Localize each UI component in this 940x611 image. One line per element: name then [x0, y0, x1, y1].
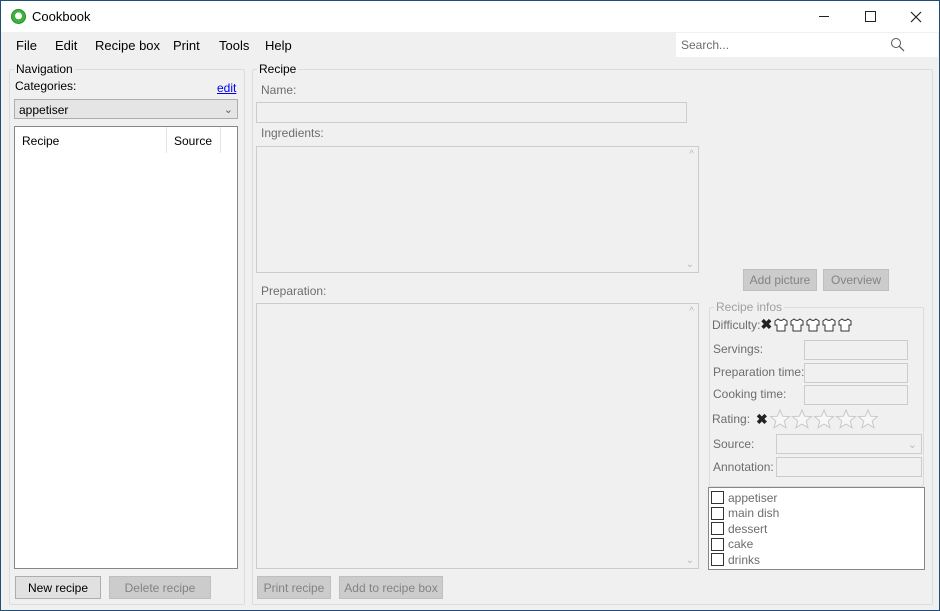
difficulty-chef-icon[interactable]: [805, 317, 821, 333]
ingredients-field[interactable]: ^ ⌄: [256, 146, 699, 273]
difficulty-chef-icon[interactable]: [821, 317, 837, 333]
title-bar: Cookbook: [1, 1, 939, 32]
category-checkbox-label: main dish: [728, 506, 780, 520]
app-logo-icon: [11, 9, 26, 24]
menu-recipe-box[interactable]: Recipe box: [95, 38, 160, 53]
column-header-source[interactable]: Source: [167, 127, 221, 153]
window-title: Cookbook: [32, 9, 91, 24]
new-recipe-button[interactable]: New recipe: [15, 576, 101, 599]
print-recipe-button[interactable]: Print recipe: [257, 576, 331, 599]
clear-difficulty-icon[interactable]: ✖: [760, 316, 772, 333]
rating-label: Rating:: [712, 412, 751, 426]
rating-star-icon[interactable]: [768, 409, 791, 429]
search-icon[interactable]: [890, 37, 906, 53]
recipe-group-label: Recipe: [257, 62, 299, 76]
delete-recipe-button[interactable]: Delete recipe: [109, 576, 211, 599]
category-checkbox-item[interactable]: main dish: [711, 506, 779, 521]
checkbox[interactable]: [711, 553, 724, 566]
category-checkbox-label: appetiser: [728, 490, 778, 505]
maximize-icon: [864, 11, 876, 22]
rating-star-icon[interactable]: [812, 409, 835, 429]
chevron-down-icon: ⌄: [907, 439, 917, 451]
checkbox[interactable]: [711, 506, 724, 520]
category-checkbox-label: drinks: [728, 552, 761, 567]
recipe-infos-label: Recipe infos: [714, 300, 785, 314]
minimize-icon: [819, 16, 829, 17]
checkbox[interactable]: [711, 537, 724, 551]
clear-rating-icon[interactable]: ✖: [756, 411, 768, 428]
category-checkbox-label: cake: [728, 537, 754, 551]
category-checkbox-item[interactable]: dessert: [711, 521, 767, 536]
menu-help[interactable]: Help: [265, 38, 292, 53]
recipe-list[interactable]: Recipe Source: [14, 126, 238, 569]
ingredients-label: Ingredients:: [261, 126, 324, 140]
overview-button[interactable]: Overview: [823, 269, 889, 291]
category-select[interactable]: appetiser ⌄: [14, 99, 238, 119]
checkbox[interactable]: [711, 491, 724, 504]
add-picture-button[interactable]: Add picture: [743, 269, 817, 291]
recipe-categories-checklist[interactable]: appetiser main dish dessert cake drinks: [708, 487, 925, 570]
servings-field[interactable]: [804, 340, 908, 360]
rating-row: Rating: ✖: [712, 409, 879, 429]
chevron-down-icon: ⌄: [223, 104, 233, 116]
difficulty-label: Difficulty:: [712, 317, 761, 332]
name-label: Name:: [261, 83, 297, 97]
name-field[interactable]: [256, 102, 687, 123]
annotation-field[interactable]: [776, 457, 922, 477]
menu-edit[interactable]: Edit: [55, 38, 77, 53]
rating-star-icon[interactable]: [790, 409, 813, 429]
close-icon: [910, 11, 922, 22]
preparation-time-label: Preparation time:: [713, 365, 805, 379]
preparation-time-field[interactable]: [804, 363, 908, 383]
preparation-field[interactable]: ^ ⌄: [256, 303, 699, 569]
app-window: Cookbook File Edit Recipe box Print Tool…: [0, 0, 940, 611]
add-to-recipe-box-button[interactable]: Add to recipe box: [339, 576, 443, 599]
difficulty-chef-icon[interactable]: [837, 317, 853, 333]
categories-label: Categories:: [15, 79, 77, 93]
category-checkbox-item[interactable]: drinks: [711, 552, 760, 567]
column-header-recipe[interactable]: Recipe: [15, 127, 167, 153]
category-checkbox-label: dessert: [728, 521, 768, 536]
checkbox[interactable]: [711, 522, 724, 535]
rating-star-icon[interactable]: [834, 409, 857, 429]
scroll-up-icon[interactable]: ^: [689, 149, 694, 160]
close-button[interactable]: [893, 1, 939, 32]
category-checkbox-item[interactable]: cake: [711, 537, 753, 552]
difficulty-chef-icon[interactable]: [773, 317, 789, 333]
maximize-button[interactable]: [847, 1, 893, 32]
search-input[interactable]: Search...: [676, 33, 938, 57]
rating-star-icon[interactable]: [856, 409, 879, 429]
edit-categories-link[interactable]: edit: [217, 81, 236, 95]
menu-file[interactable]: File: [16, 38, 37, 53]
source-select[interactable]: ⌄: [776, 434, 922, 454]
menu-tools[interactable]: Tools: [219, 38, 249, 53]
scroll-down-icon[interactable]: ⌄: [686, 555, 694, 566]
source-label: Source:: [713, 437, 755, 451]
navigation-group-label: Navigation: [14, 62, 75, 76]
cooking-time-label: Cooking time:: [713, 387, 787, 401]
search-placeholder: Search...: [681, 38, 730, 52]
preparation-label: Preparation:: [261, 284, 327, 298]
menu-print[interactable]: Print: [173, 38, 200, 53]
scroll-up-icon[interactable]: ^: [689, 306, 694, 317]
servings-label: Servings:: [713, 342, 764, 356]
category-select-value: appetiser: [19, 103, 69, 117]
scroll-down-icon[interactable]: ⌄: [686, 259, 694, 270]
minimize-button[interactable]: [801, 1, 847, 32]
category-checkbox-item[interactable]: appetiser: [711, 490, 777, 505]
cooking-time-field[interactable]: [804, 385, 908, 405]
difficulty-chef-icon[interactable]: [789, 317, 805, 333]
annotation-label: Annotation:: [713, 460, 774, 474]
difficulty-row: Difficulty: ✖: [712, 316, 853, 333]
